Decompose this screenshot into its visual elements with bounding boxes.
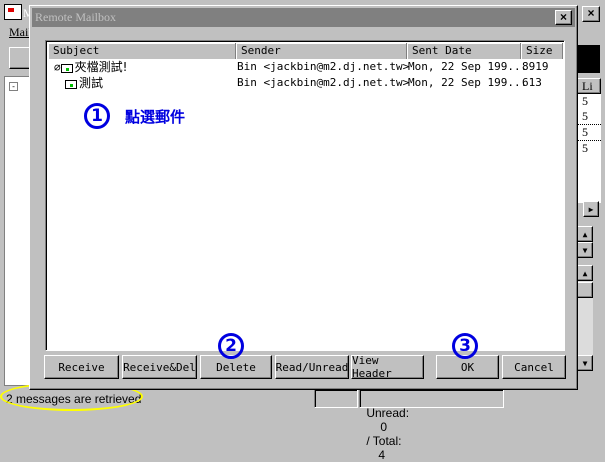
- list-header: Subject Sender Sent Date Size: [48, 43, 563, 59]
- envelope-icon: [60, 63, 73, 73]
- date-cell: Mon, 22 Sep 199...: [408, 76, 528, 89]
- scroll-thumb[interactable]: [577, 282, 593, 298]
- dialog-title-bar: Remote Mailbox ×: [32, 8, 575, 27]
- unread-label: Unread:: [366, 406, 410, 420]
- subject-text: 測試: [79, 76, 104, 90]
- receive-button[interactable]: Receive: [44, 355, 119, 379]
- list-value: 5: [576, 140, 601, 156]
- dialog-close-button[interactable]: ×: [555, 10, 572, 25]
- total-count: 4: [378, 448, 386, 462]
- subject-cell: 測試: [65, 75, 103, 92]
- spin-down-button[interactable]: ▼: [577, 242, 593, 258]
- read-unread-button[interactable]: Read/Unread: [275, 355, 349, 379]
- column-sender[interactable]: Sender: [236, 43, 407, 59]
- remote-mailbox-dialog: Remote Mailbox × Subject Sender Sent Dat…: [29, 5, 578, 390]
- receive-and-delete-button[interactable]: Receive&Del: [122, 355, 197, 379]
- list-value: 5: [576, 124, 601, 140]
- step-1-marker: 1: [84, 103, 110, 129]
- vertical-scrollbar[interactable]: ▲ ▼: [577, 265, 593, 371]
- attachment-icon: ⌀: [54, 61, 61, 74]
- main-window-icon: [4, 4, 22, 20]
- date-cell: Mon, 22 Sep 199...: [408, 60, 528, 73]
- column-size[interactable]: Size: [521, 43, 563, 59]
- delete-button[interactable]: Delete: [200, 355, 272, 379]
- message-list[interactable]: Subject Sender Sent Date Size ⌀ 夾檔測試! Bin…: [45, 40, 565, 351]
- spin-up-button[interactable]: ▲: [577, 226, 593, 242]
- column-sent-date[interactable]: Sent Date: [407, 43, 521, 59]
- column-subject[interactable]: Subject: [48, 43, 236, 59]
- message-row[interactable]: ⌀ 夾檔測試! Bin <jackbin@m2.dj.net.tw> Mon, 2…: [46, 59, 564, 75]
- scroll-right-button[interactable]: ▶: [583, 201, 599, 217]
- cancel-button[interactable]: Cancel: [502, 355, 566, 379]
- toolbar-button[interactable]: [9, 47, 31, 69]
- scroll-down-button[interactable]: ▼: [577, 355, 593, 371]
- subject-text: 夾檔測試!: [74, 60, 128, 74]
- list-value: 5: [582, 94, 588, 108]
- total-label: / Total:: [366, 434, 402, 448]
- status-icon: [578, 45, 600, 73]
- step-1-label: 點選郵件: [125, 108, 186, 126]
- view-header-button[interactable]: View Header: [351, 354, 424, 380]
- unread-count: 0: [380, 420, 388, 434]
- status-counts: Unread: 0 / Total: 4: [359, 389, 504, 462]
- list-value: 5: [582, 109, 588, 123]
- status-panel: [314, 389, 358, 408]
- size-cell: 8919: [522, 60, 549, 73]
- step-2-marker: 2: [218, 333, 244, 359]
- folder-tree[interactable]: -: [4, 76, 32, 386]
- column-header-li[interactable]: Li: [576, 78, 601, 94]
- message-row[interactable]: 測試 Bin <jackbin@m2.dj.net.tw> Mon, 22 Se…: [46, 75, 564, 91]
- envelope-icon: [65, 79, 77, 89]
- subject-cell: ⌀ 夾檔測試!: [54, 59, 127, 76]
- step-3-marker: 3: [452, 333, 478, 359]
- sender-cell: Bin <jackbin@m2.dj.net.tw>: [237, 76, 410, 89]
- scroll-up-button[interactable]: ▲: [577, 265, 593, 281]
- size-cell: 613: [522, 76, 542, 89]
- right-list[interactable]: Li 5 5 5 5: [576, 78, 601, 203]
- sender-cell: Bin <jackbin@m2.dj.net.tw>: [237, 60, 410, 73]
- dialog-title: Remote Mailbox: [35, 10, 116, 24]
- main-close-button[interactable]: ×: [582, 6, 600, 22]
